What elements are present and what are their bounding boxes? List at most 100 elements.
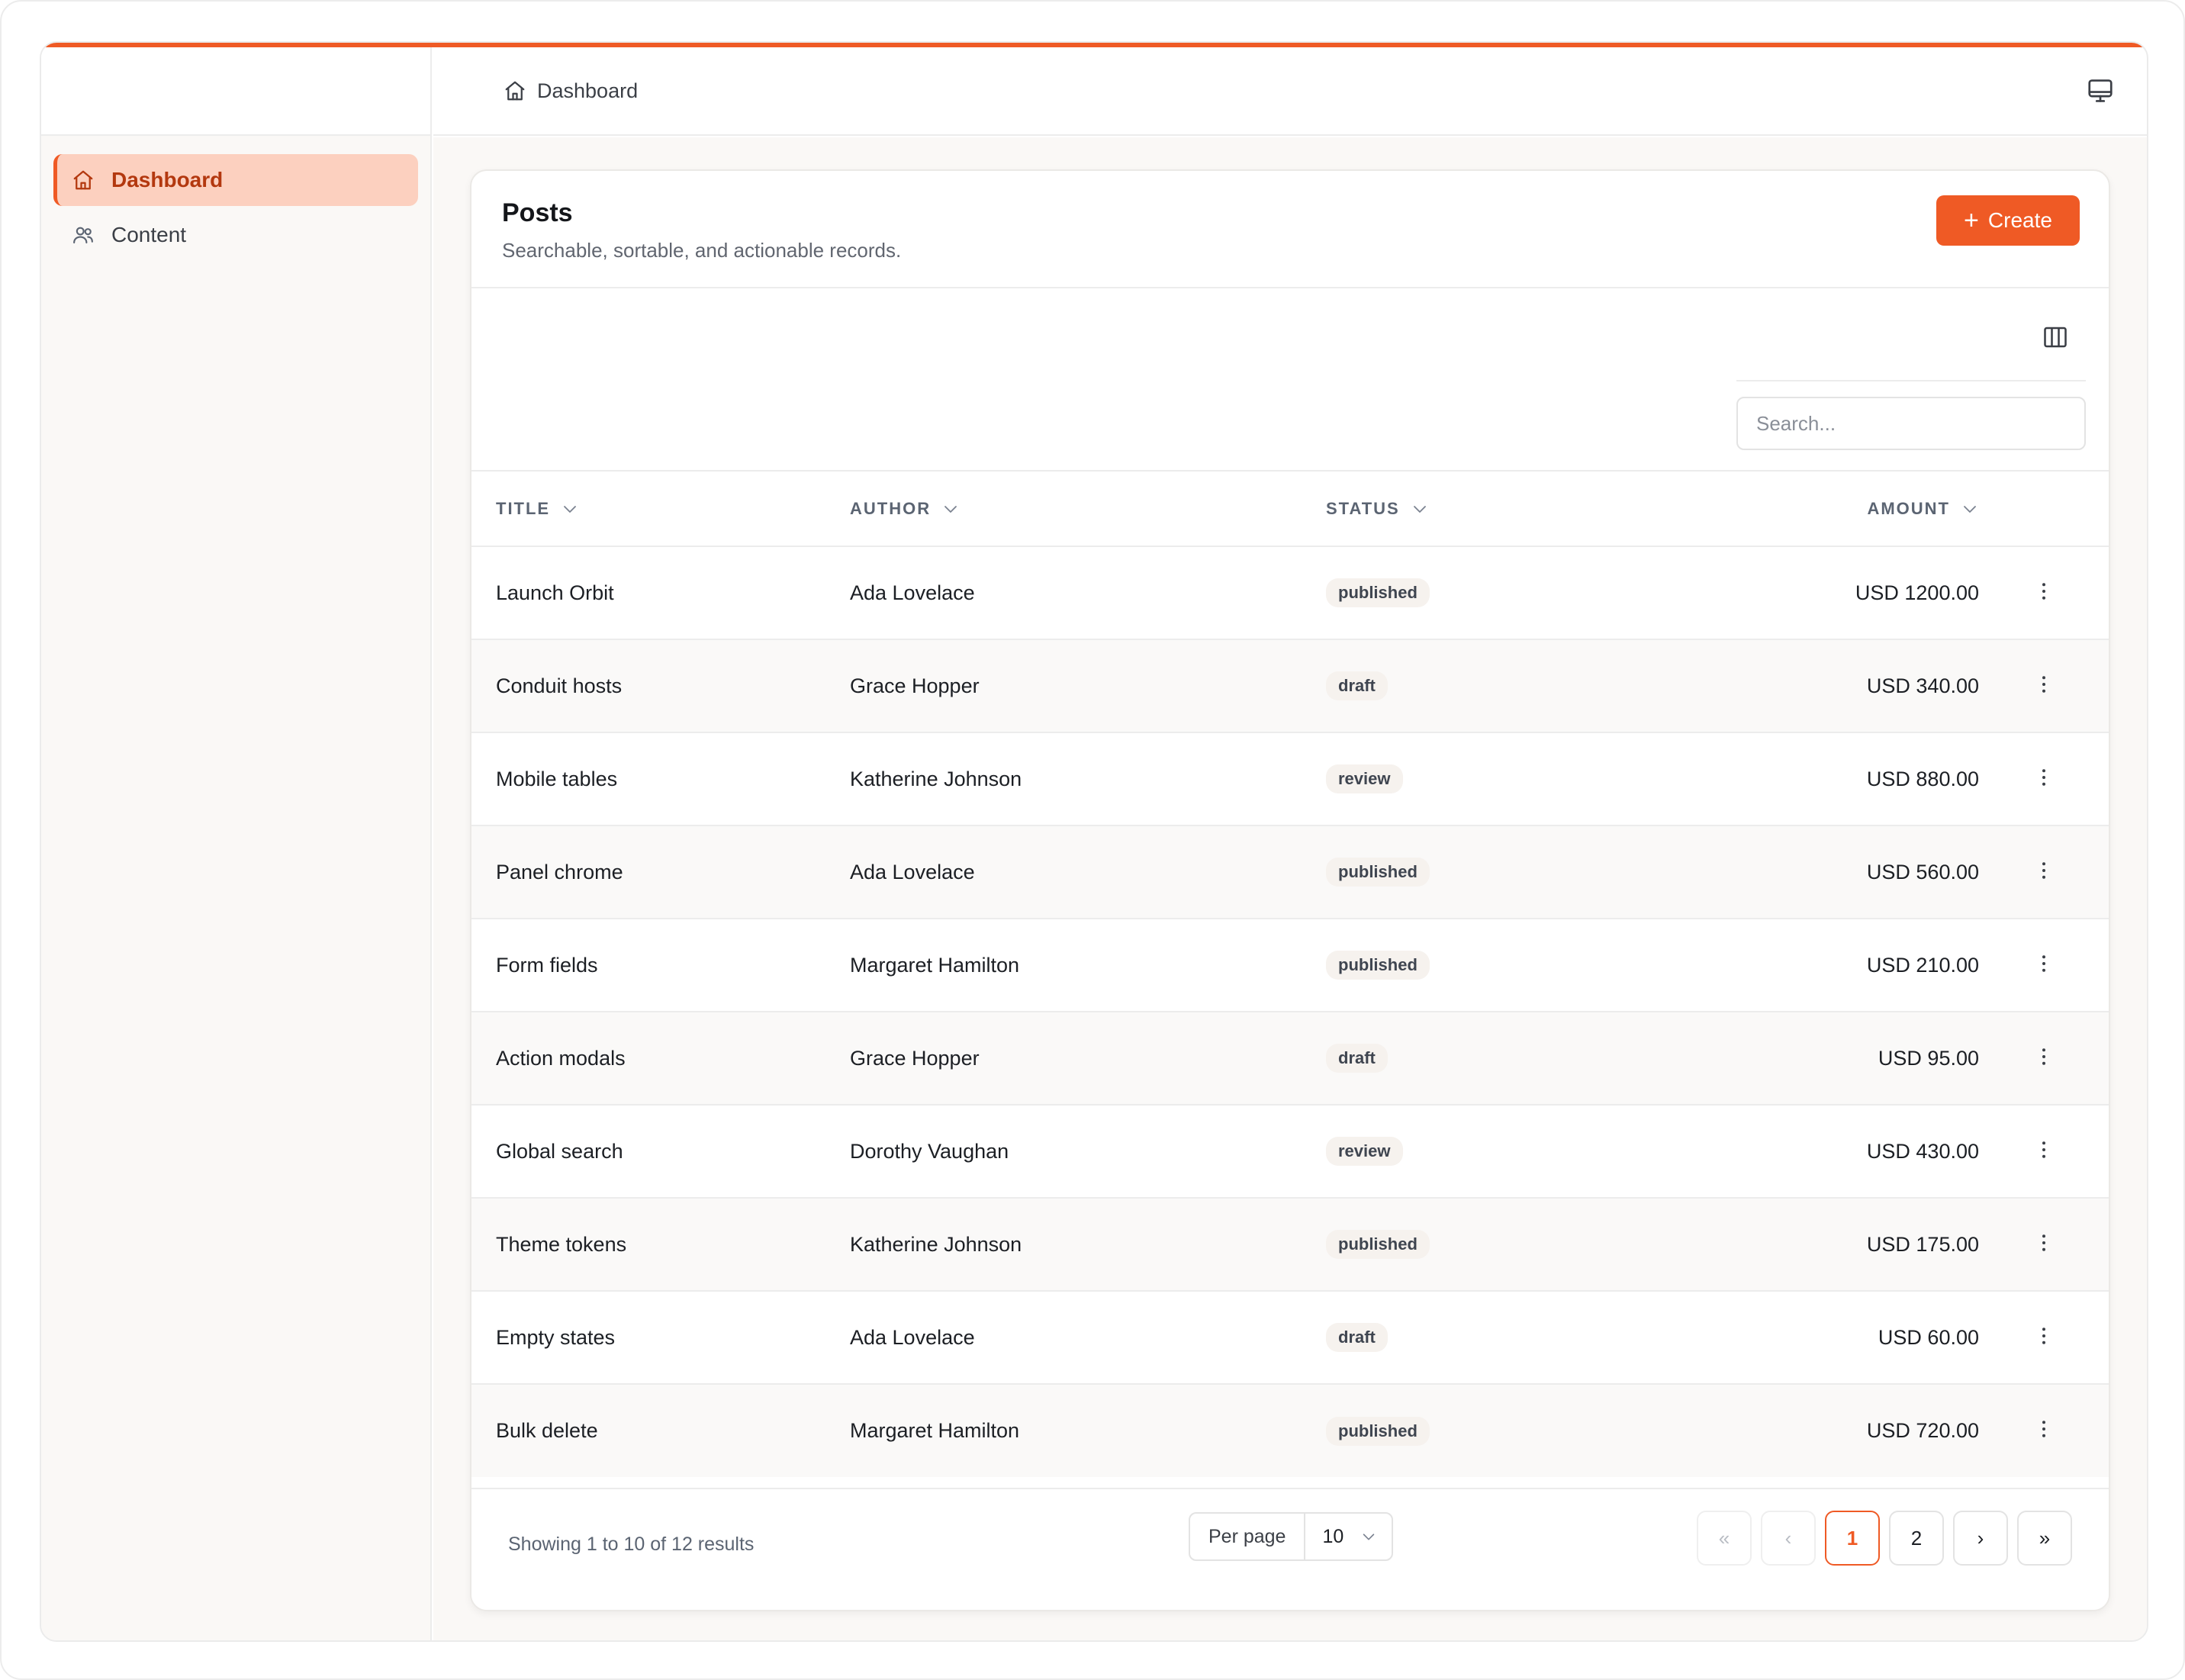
column-header-status[interactable]: STATUS	[1326, 471, 1646, 546]
per-page-select[interactable]: 10	[1305, 1526, 1377, 1548]
row-actions-button[interactable]	[2031, 764, 2057, 790]
sidebar-brand-area	[41, 47, 430, 136]
table-row[interactable]: Mobile tables Katherine Johnson review USD …	[471, 732, 2109, 826]
cell-actions	[1979, 1012, 2109, 1105]
page-button-1[interactable]: 1	[1825, 1511, 1880, 1566]
cell-actions	[1979, 826, 2109, 919]
status-badge: draft	[1326, 1323, 1388, 1352]
sidebar-item-content[interactable]: Content	[53, 209, 418, 261]
status-badge: published	[1326, 858, 1430, 887]
row-actions-button[interactable]	[2031, 578, 2057, 604]
more-vertical-icon	[2032, 1138, 2055, 1161]
cell-actions	[1979, 919, 2109, 1012]
cell-title: Bulk delete	[496, 1419, 598, 1442]
cell-title: Action modals	[496, 1046, 626, 1070]
cell-title: Empty states	[496, 1325, 616, 1349]
row-actions-button[interactable]	[2031, 1416, 2057, 1442]
column-toggle-button[interactable]	[2042, 323, 2072, 354]
status-badge: published	[1326, 1230, 1430, 1259]
search-input[interactable]	[1736, 397, 2086, 450]
cell-amount: USD 210.00	[1866, 953, 1979, 977]
create-button-label: Create	[1987, 208, 2052, 232]
sidebar-item-label: Content	[111, 223, 187, 246]
cell-actions	[1979, 1105, 2109, 1198]
row-actions-button[interactable]	[2031, 858, 2057, 883]
chevron-down-icon	[1964, 505, 1976, 513]
status-badge: published	[1326, 578, 1430, 607]
per-page-value: 10	[1322, 1525, 1344, 1547]
table-row[interactable]: Panel chrome Ada Lovelace published USD 560…	[471, 826, 2109, 919]
row-actions-button[interactable]	[2031, 951, 2057, 977]
more-vertical-icon	[2032, 952, 2055, 975]
more-vertical-icon	[2032, 1418, 2055, 1440]
create-button[interactable]: + Create	[1936, 195, 2080, 246]
previous-page-button[interactable]: ‹	[1761, 1511, 1816, 1566]
cell-status: draft	[1326, 1291, 1646, 1384]
cell-status: draft	[1326, 1012, 1646, 1105]
table-row[interactable]: Theme tokens Katherine Johnson published US…	[471, 1198, 2109, 1291]
row-actions-button[interactable]	[2031, 671, 2057, 697]
cell-author: Grace Hopper	[850, 674, 980, 697]
app-shell: Dashboard Content Dashboard Posts Search…	[40, 41, 2148, 1642]
posts-table: TITLE AUTHOR STATUS AMOUNT Launch Orbit A…	[471, 471, 2109, 1477]
breadcrumb[interactable]: Dashboard	[504, 79, 638, 103]
status-badge: published	[1326, 951, 1430, 980]
cell-author: Katherine Johnson	[850, 1232, 1022, 1256]
home-icon	[505, 81, 525, 101]
more-vertical-icon	[2032, 673, 2055, 696]
cell-amount: USD 560.00	[1866, 860, 1979, 883]
table-row[interactable]: Conduit hosts Grace Hopper draft USD 340.00	[471, 639, 2109, 732]
cell-status: published	[1326, 826, 1646, 919]
chevron-down-icon	[564, 505, 577, 513]
table-toolbar	[471, 288, 2109, 471]
cell-title: Form fields	[496, 953, 598, 977]
users-icon	[72, 223, 96, 247]
main-content: Posts Searchable, sortable, and actionab…	[433, 137, 2147, 1640]
chevron-down-icon	[1363, 1534, 1375, 1540]
row-actions-button[interactable]	[2031, 1044, 2057, 1070]
sidebar-item-dashboard[interactable]: Dashboard	[53, 154, 418, 206]
table-row[interactable]: Action modals Grace Hopper draft USD 95.00	[471, 1012, 2109, 1105]
column-header-title[interactable]: TITLE	[471, 471, 850, 546]
row-actions-button[interactable]	[2031, 1230, 2057, 1256]
status-badge: draft	[1326, 671, 1388, 700]
first-page-button[interactable]: «	[1697, 1511, 1752, 1566]
last-page-button[interactable]: »	[2017, 1511, 2072, 1566]
column-header-amount[interactable]: AMOUNT	[1646, 471, 1979, 546]
cell-title: Theme tokens	[496, 1232, 627, 1256]
status-badge: review	[1326, 1137, 1403, 1166]
sidebar: Dashboard Content	[41, 47, 432, 1640]
table-row[interactable]: Bulk delete Margaret Hamilton published USD…	[471, 1384, 2109, 1477]
cell-author: Ada Lovelace	[850, 860, 975, 883]
plus-icon: +	[1964, 206, 1979, 235]
table-header-row: TITLE AUTHOR STATUS AMOUNT	[471, 471, 2109, 546]
cell-status: published	[1326, 546, 1646, 639]
cell-title: Conduit hosts	[496, 674, 623, 697]
status-badge: review	[1326, 764, 1403, 793]
chevron-down-icon	[1413, 505, 1426, 513]
column-header-author[interactable]: AUTHOR	[850, 471, 1326, 546]
more-vertical-icon	[2032, 1045, 2055, 1068]
table-row[interactable]: Launch Orbit Ada Lovelace published USD 120…	[471, 546, 2109, 639]
page-button-2[interactable]: 2	[1889, 1511, 1944, 1566]
column-header-actions	[1979, 471, 2109, 546]
table-row[interactable]: Empty states Ada Lovelace draft USD 60.00	[471, 1291, 2109, 1384]
pagination: « ‹ 1 2 › »	[1697, 1511, 2072, 1566]
more-vertical-icon	[2032, 766, 2055, 789]
more-vertical-icon	[2032, 1324, 2055, 1347]
cell-title: Panel chrome	[496, 860, 623, 883]
per-page-control: Per page 10	[1189, 1512, 1393, 1561]
row-actions-button[interactable]	[2031, 1323, 2057, 1349]
breadcrumb-label: Dashboard	[537, 79, 639, 102]
page-title: Posts	[502, 198, 573, 227]
next-page-button[interactable]: ›	[1953, 1511, 2008, 1566]
cell-author: Grace Hopper	[850, 1046, 980, 1070]
cell-amount: USD 60.00	[1878, 1325, 1979, 1349]
table-row[interactable]: Global search Dorothy Vaughan review USD 43…	[471, 1105, 2109, 1198]
display-toggle-button[interactable]	[2086, 76, 2116, 107]
cell-author: Katherine Johnson	[850, 767, 1022, 790]
more-vertical-icon	[2032, 1231, 2055, 1254]
cell-amount: USD 95.00	[1878, 1046, 1979, 1070]
table-row[interactable]: Form fields Margaret Hamilton published USD…	[471, 919, 2109, 1012]
row-actions-button[interactable]	[2031, 1137, 2057, 1163]
